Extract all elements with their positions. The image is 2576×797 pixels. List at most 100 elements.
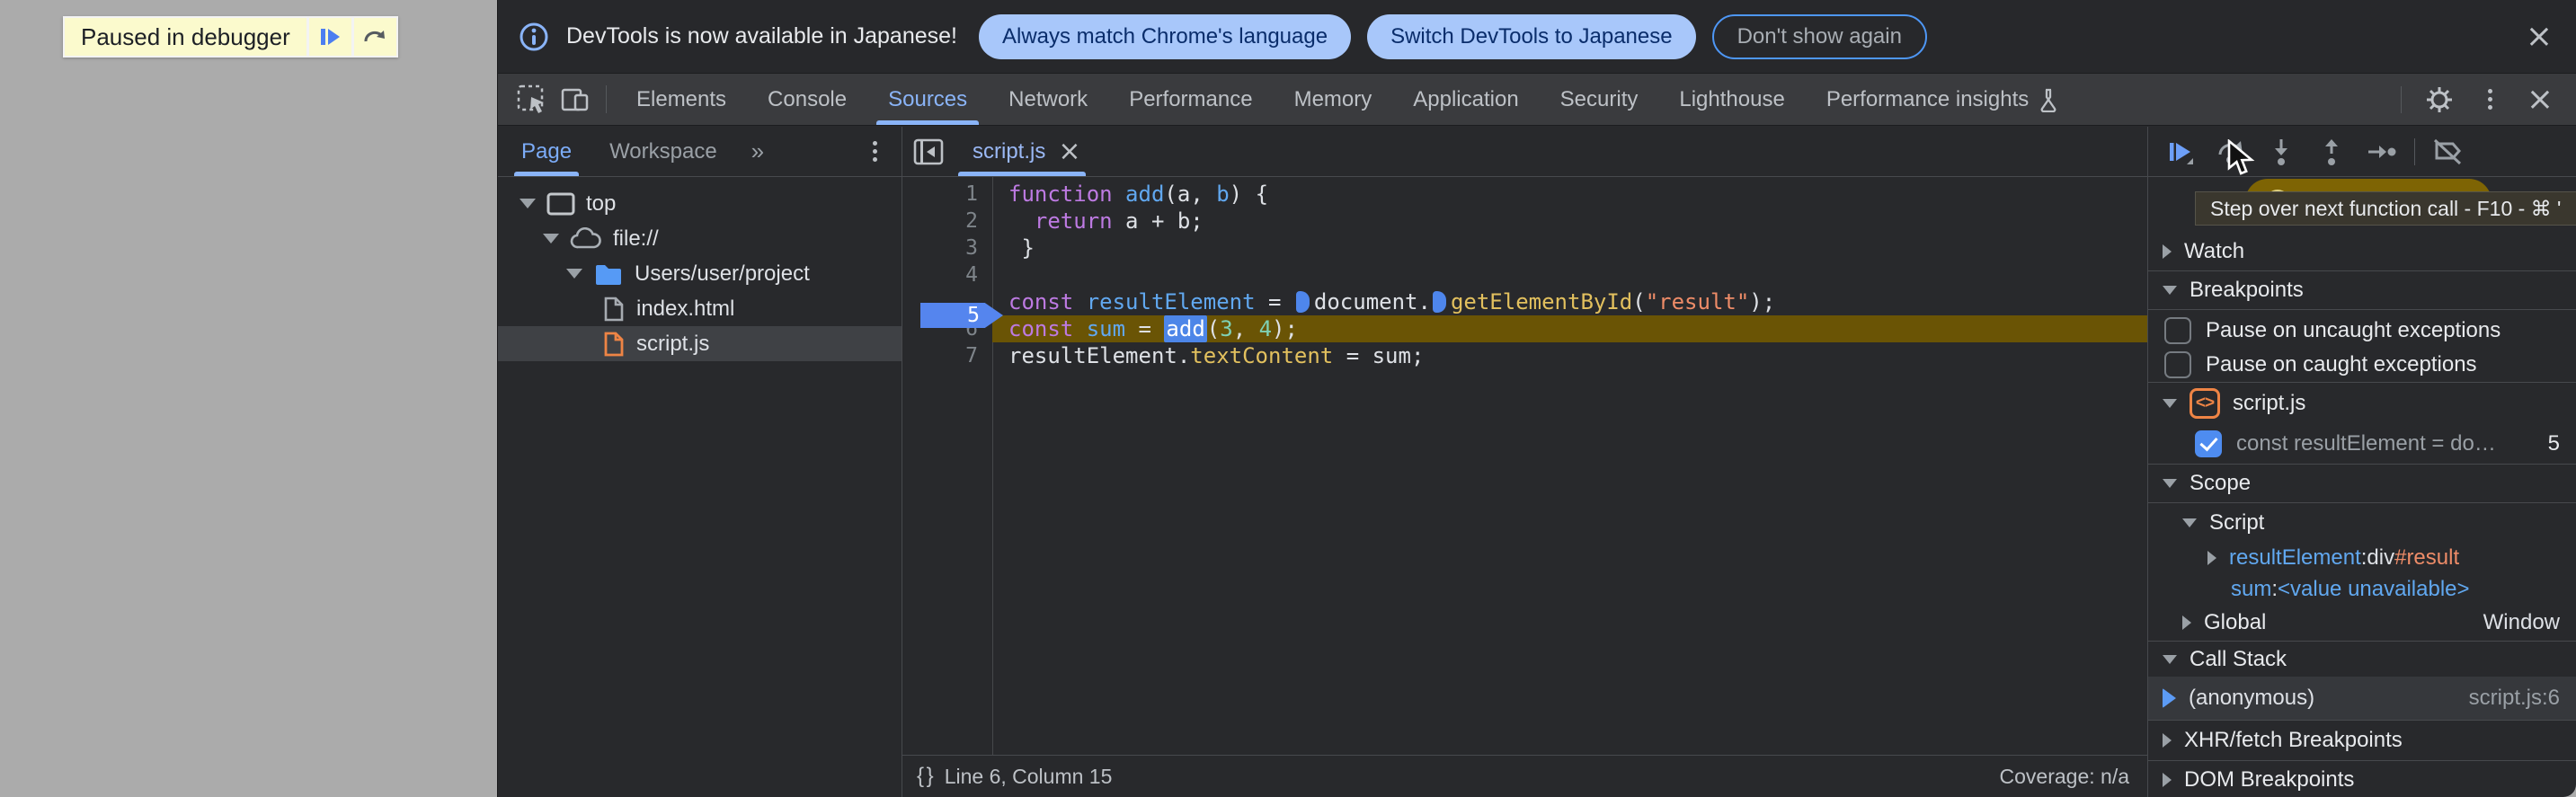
cloud-icon xyxy=(570,226,602,251)
devtools-window: DevTools is now available in Japanese! A… xyxy=(497,0,2576,797)
call-stack-frame-row[interactable]: (anonymous) script.js:6 xyxy=(2148,677,2576,720)
step-over-button-page[interactable] xyxy=(351,18,396,56)
tree-item-project-folder[interactable]: Users/user/project xyxy=(498,256,902,291)
tab-sources[interactable]: Sources xyxy=(867,74,988,125)
breakpoint-line-number: 5 xyxy=(2547,430,2560,456)
tabbar-divider xyxy=(606,85,607,113)
tab-elements[interactable]: Elements xyxy=(616,74,747,125)
breakpoint-enabled-checkbox[interactable] xyxy=(2195,429,2222,457)
breakpoints-section-header[interactable]: Breakpoints xyxy=(2148,270,2576,309)
collapse-icon xyxy=(2163,654,2177,664)
collapse-icon[interactable] xyxy=(543,234,559,244)
step-over-icon[interactable] xyxy=(2206,127,2256,177)
tab-security[interactable]: Security xyxy=(1540,74,1659,125)
browser-page-background: Paused in debugger xyxy=(0,0,497,797)
dom-breakpoints-section-header[interactable]: DOM Breakpoints xyxy=(2148,760,2576,797)
devtools-close-icon[interactable]: × xyxy=(2518,78,2562,121)
navigator-tab-page[interactable]: Page xyxy=(513,127,580,176)
step-into-icon[interactable] xyxy=(2256,127,2306,177)
pretty-print-icon[interactable]: { } xyxy=(917,764,934,789)
flask-icon xyxy=(2038,87,2059,112)
pause-caught-checkbox[interactable] xyxy=(2164,350,2191,378)
tree-item-script-js[interactable]: script.js xyxy=(498,326,902,361)
xhr-breakpoints-section-header[interactable]: XHR/fetch Breakpoints xyxy=(2148,720,2576,760)
switch-devtools-japanese-button[interactable]: Switch DevTools to Japanese xyxy=(1367,13,1696,59)
code-line-4: 4 xyxy=(902,261,2147,288)
step-icon[interactable] xyxy=(2357,127,2407,177)
tree-item-file-protocol[interactable]: file:// xyxy=(498,221,902,256)
watch-section-header[interactable]: Watch xyxy=(2148,233,2576,270)
step-out-icon[interactable] xyxy=(2306,127,2357,177)
tree-item-index-html[interactable]: index.html xyxy=(498,291,902,326)
pause-uncaught-exceptions-row[interactable]: Pause on uncaught exceptions xyxy=(2148,309,2576,347)
always-match-language-button[interactable]: Always match Chrome's language xyxy=(978,13,1352,59)
line-number[interactable]: 7 xyxy=(902,344,992,368)
more-options-icon[interactable] xyxy=(2468,78,2511,121)
navigator-tab-workspace[interactable]: Workspace xyxy=(606,127,721,176)
js-file-icon xyxy=(602,331,626,358)
collapse-icon[interactable] xyxy=(520,199,536,208)
tab-memory[interactable]: Memory xyxy=(1274,74,1393,125)
inline-breakpoint-marker[interactable] xyxy=(1432,291,1446,313)
cursor-position-label: Line 6, Column 15 xyxy=(944,764,1113,788)
resume-script-icon[interactable] xyxy=(2155,127,2206,177)
tab-performance[interactable]: Performance xyxy=(1108,74,1273,125)
dont-show-again-button[interactable]: Don't show again xyxy=(1711,13,1927,59)
code-editor[interactable]: 1 function add(a, b) { 2 return a + b; 3… xyxy=(902,177,2147,755)
scope-section-header[interactable]: Scope xyxy=(2148,464,2576,502)
deactivate-breakpoints-icon[interactable] xyxy=(2422,127,2473,177)
tab-console[interactable]: Console xyxy=(747,74,867,125)
scope-var-resultelement[interactable]: resultElement: div #result xyxy=(2148,542,2576,573)
expand-icon xyxy=(2163,733,2172,748)
breakpoint-snippet: const resultElement = doc… xyxy=(2236,430,2497,456)
expand-icon xyxy=(2163,772,2172,787)
device-toolbar-icon[interactable] xyxy=(554,74,597,125)
editor-tab-script-js[interactable]: script.js × xyxy=(955,127,1098,176)
pause-uncaught-checkbox[interactable] xyxy=(2164,316,2191,344)
inspect-element-icon[interactable] xyxy=(511,74,554,125)
infobar-message: DevTools is now available in Japanese! xyxy=(566,23,957,49)
tab-lighthouse[interactable]: Lighthouse xyxy=(1658,74,1805,125)
resume-script-button[interactable] xyxy=(306,18,351,56)
close-tab-icon[interactable]: × xyxy=(1058,137,1080,165)
html-file-icon xyxy=(602,296,626,323)
code-line-6-paused: 6 const sum = add(3, 4); xyxy=(902,315,2147,342)
scope-global-group[interactable]: Global Window xyxy=(2148,605,2576,641)
navigator-pane: Page Workspace » top file:// Users/user/… xyxy=(498,127,902,797)
scope-var-sum[interactable]: sum: <value unavailable> xyxy=(2148,573,2576,605)
pause-caught-exceptions-row[interactable]: Pause on caught exceptions xyxy=(2148,347,2576,382)
expand-icon xyxy=(2163,244,2172,259)
script-file-badge-icon: <> xyxy=(2190,387,2220,419)
tab-application[interactable]: Application xyxy=(1392,74,1539,125)
tree-item-top[interactable]: top xyxy=(498,186,902,221)
tabbar-right-divider xyxy=(2401,85,2402,113)
tab-network[interactable]: Network xyxy=(988,74,1108,125)
tab-performance-insights[interactable]: Performance insights xyxy=(1806,74,2080,125)
hide-navigator-icon[interactable] xyxy=(902,127,955,176)
current-frame-arrow-icon xyxy=(2163,688,2176,708)
more-tabs-chevron[interactable]: » xyxy=(751,137,766,165)
line-number[interactable]: 4 xyxy=(902,263,992,287)
code-line-7: 7 resultElement. textContent = sum; xyxy=(902,342,2147,369)
tabbar-spacer xyxy=(2080,74,2392,125)
collapse-icon[interactable] xyxy=(566,269,582,279)
settings-gear-icon[interactable] xyxy=(2418,78,2461,121)
breakpoint-entry-row[interactable]: const resultElement = doc… 5 xyxy=(2148,423,2576,464)
line-number[interactable]: 1 xyxy=(902,182,992,206)
inline-breakpoint-marker[interactable] xyxy=(1295,291,1310,313)
scope-script-group[interactable]: Script xyxy=(2148,502,2576,542)
paused-in-debugger-bar: Paused in debugger xyxy=(63,16,398,58)
infobar-close-icon[interactable]: × xyxy=(2526,20,2553,53)
editor-statusbar: { } Line 6, Column 15 Coverage: n/a xyxy=(902,755,2147,797)
call-stack-section-header[interactable]: Call Stack xyxy=(2148,641,2576,677)
info-icon xyxy=(518,21,550,53)
line-number[interactable]: 3 xyxy=(902,236,992,260)
sidebar-sections: Watch Breakpoints Pause on uncaught exce… xyxy=(2148,233,2576,797)
line-number[interactable]: 2 xyxy=(902,209,992,233)
editor-tab-strip: script.js × xyxy=(902,127,2147,177)
code-line-2: 2 return a + b; xyxy=(902,208,2147,235)
selected-token-add[interactable]: add xyxy=(1164,315,1207,342)
breakpoint-file-group[interactable]: <> script.js xyxy=(2148,382,2576,423)
navigator-more-options-icon[interactable] xyxy=(853,130,896,173)
step-over-tooltip: Step over next function call - F10 - ⌘ ' xyxy=(2195,191,2576,226)
